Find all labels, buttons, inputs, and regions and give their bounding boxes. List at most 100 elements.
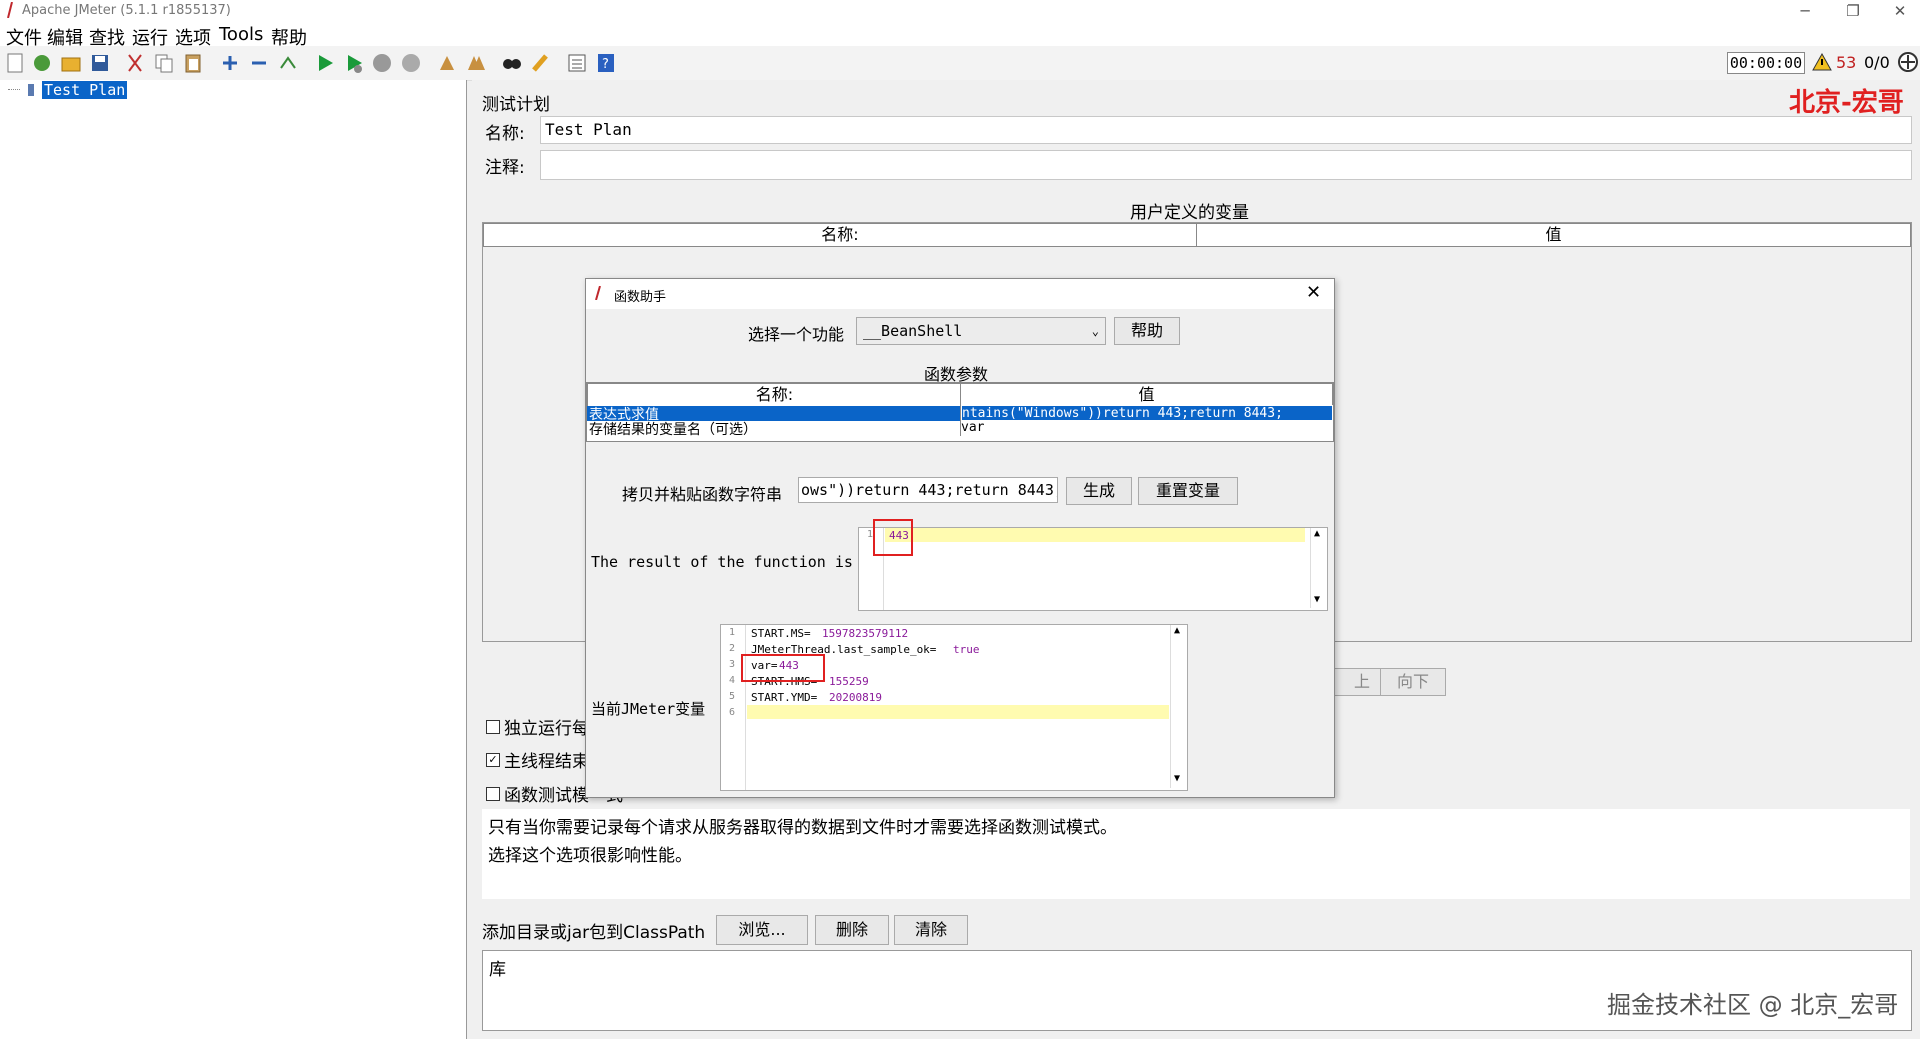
dialog-title: 函数助手 bbox=[614, 290, 667, 305]
jmeter-vars-editor[interactable]: 1 START.MS= 1597823579112 2 JMeterThread.la… bbox=[720, 624, 1188, 791]
scroll-down-icon[interactable]: ▼ bbox=[1314, 594, 1320, 605]
close-window-icon[interactable]: ✕ bbox=[1885, 2, 1915, 20]
library-table: 库 掘金技术社区 @ 北京_宏哥 bbox=[482, 950, 1912, 1031]
result-editor[interactable]: 1 443 ▲ ▼ bbox=[858, 527, 1328, 611]
function-helper-dialog: 函数助手 ✕ 选择一个功能 __BeanShell ⌄ 帮助 函数参数 名称: … bbox=[585, 278, 1335, 798]
params-col-value[interactable]: 值 bbox=[960, 383, 1333, 407]
description-line-2: 选择这个选项很影响性能。 bbox=[488, 846, 692, 866]
window-title: Apache JMeter (5.1.1 r1855137) bbox=[22, 3, 231, 18]
warning-icon[interactable] bbox=[1812, 53, 1832, 71]
chevron-down-icon: ⌄ bbox=[1091, 324, 1099, 338]
collapse-icon[interactable] bbox=[248, 52, 270, 74]
new-icon[interactable] bbox=[4, 52, 26, 74]
help-icon[interactable]: ? bbox=[595, 52, 617, 74]
column-divider bbox=[960, 383, 961, 436]
test-plan-icon bbox=[28, 84, 34, 96]
save-icon[interactable] bbox=[89, 52, 111, 74]
dialog-close-icon[interactable]: ✕ bbox=[1306, 282, 1321, 303]
user-vars-title: 用户定义的变量 bbox=[1130, 203, 1249, 223]
reset-search-icon[interactable] bbox=[530, 52, 552, 74]
copy-string-label: 拷贝并粘贴函数字符串 bbox=[622, 485, 783, 504]
jmeter-logo-icon bbox=[595, 286, 601, 300]
jmeter-vars-label: 当前JMeter变量 bbox=[591, 700, 706, 718]
param-value-cell[interactable]: ntains("Windows"))return 443;return 8443… bbox=[961, 405, 1333, 421]
thread-count: 0/0 bbox=[1864, 53, 1890, 72]
current-line-highlight bbox=[885, 528, 1305, 542]
window-titlebar: Apache JMeter (5.1.1 r1855137) ─ ❐ ✕ bbox=[0, 0, 1920, 22]
shutdown-icon[interactable] bbox=[400, 52, 422, 74]
generate-button[interactable]: 生成 bbox=[1066, 477, 1132, 505]
warning-count: 53 bbox=[1836, 53, 1857, 72]
scroll-up-icon[interactable]: ▲ bbox=[1314, 528, 1320, 539]
stop-icon[interactable] bbox=[371, 52, 393, 74]
cut-icon[interactable] bbox=[124, 52, 146, 74]
library-header: 库 bbox=[489, 960, 506, 980]
elapsed-timer: 00:00:00 bbox=[1727, 52, 1805, 74]
delete-button[interactable]: 删除 bbox=[815, 915, 889, 945]
functional-mode-description: 只有当你需要记录每个请求从服务器取得的数据到文件时才需要选择函数测试模式。 选择… bbox=[482, 809, 1910, 899]
minimize-icon[interactable]: ─ bbox=[1790, 2, 1820, 20]
menu-bar: 文件 编辑 查找 运行 选项 Tools 帮助 bbox=[0, 22, 1920, 49]
scrollbar[interactable]: ▲ ▼ bbox=[1310, 528, 1327, 608]
params-table: 名称: 值 表达式求值 ntains("Windows"))return 443… bbox=[586, 382, 1334, 442]
panel-heading: 测试计划 bbox=[482, 95, 550, 115]
checkbox-serialize[interactable] bbox=[486, 720, 500, 734]
jmeter-logo-icon bbox=[7, 2, 13, 18]
classpath-label: 添加目录或jar包到ClassPath bbox=[482, 923, 706, 943]
name-label: 名称: bbox=[485, 124, 525, 144]
clear-icon[interactable] bbox=[436, 52, 458, 74]
toolbar: ? 00:00:00 53 0/0 bbox=[0, 46, 1920, 81]
scroll-up-icon[interactable]: ▲ bbox=[1174, 625, 1180, 636]
start-no-pause-icon[interactable] bbox=[343, 52, 365, 74]
paste-icon[interactable] bbox=[182, 52, 204, 74]
checkbox-functional-mode-label: 函数测试模 bbox=[504, 786, 589, 806]
description-line-1: 只有当你需要记录每个请求从服务器取得的数据到文件时才需要选择函数测试模式。 bbox=[488, 818, 1117, 838]
function-select-value: __BeanShell bbox=[863, 322, 963, 340]
move-down-button[interactable]: 向下 bbox=[1380, 668, 1446, 696]
remote-icon[interactable] bbox=[1897, 51, 1919, 73]
tree-node-test-plan[interactable]: Test Plan bbox=[42, 81, 128, 99]
test-tree: Test Plan bbox=[0, 80, 467, 1039]
param-name-cell: 存储结果的变量名（可选） bbox=[589, 422, 757, 438]
name-field[interactable]: Test Plan bbox=[540, 116, 1912, 144]
start-icon[interactable] bbox=[314, 52, 336, 74]
function-select[interactable]: __BeanShell ⌄ bbox=[856, 317, 1106, 345]
highlight-box-var bbox=[741, 654, 825, 682]
result-label: The result of the function is bbox=[591, 553, 853, 571]
code-line: 1 START.MS= 1597823579112 bbox=[729, 627, 909, 640]
checkbox-teardown-label: 主线程结束 bbox=[504, 752, 589, 772]
code-line: 5 START.YMD= 20200819 bbox=[729, 691, 882, 704]
scroll-down-icon[interactable]: ▼ bbox=[1174, 773, 1180, 784]
checkbox-serialize-label: 独立运行每 bbox=[504, 719, 589, 739]
toggle-icon[interactable] bbox=[277, 52, 299, 74]
copy-icon[interactable] bbox=[153, 52, 175, 74]
reset-variables-button[interactable]: 重置变量 bbox=[1138, 477, 1238, 505]
restore-icon[interactable]: ❐ bbox=[1838, 2, 1868, 20]
comment-field[interactable] bbox=[540, 150, 1912, 180]
select-function-label: 选择一个功能 bbox=[748, 325, 845, 344]
expand-icon[interactable] bbox=[219, 52, 241, 74]
menu-tools[interactable]: Tools bbox=[219, 24, 263, 45]
open-icon[interactable] bbox=[60, 52, 82, 74]
templates-icon[interactable] bbox=[31, 52, 53, 74]
checkbox-functional-mode[interactable] bbox=[486, 787, 500, 801]
function-helper-icon[interactable] bbox=[566, 52, 588, 74]
comment-label: 注释: bbox=[485, 158, 525, 178]
watermark-bottom: 掘金技术社区 @ 北京_宏哥 bbox=[1607, 991, 1899, 1019]
checkbox-teardown[interactable]: ✓ bbox=[486, 753, 500, 767]
code-line: 6 bbox=[729, 707, 736, 718]
watermark-top: 北京-宏哥 bbox=[1789, 88, 1904, 118]
highlight-box-result bbox=[873, 519, 913, 556]
search-icon[interactable] bbox=[501, 52, 523, 74]
help-button[interactable]: 帮助 bbox=[1114, 317, 1180, 345]
user-vars-col-value[interactable]: 值 bbox=[1196, 223, 1911, 247]
user-vars-col-name[interactable]: 名称: bbox=[483, 223, 1197, 247]
scrollbar[interactable]: ▲ ▼ bbox=[1170, 625, 1187, 788]
clear-all-icon[interactable] bbox=[465, 52, 487, 74]
clear-button[interactable]: 清除 bbox=[894, 915, 968, 945]
tree-connector bbox=[8, 89, 20, 90]
browse-button[interactable]: 浏览... bbox=[716, 915, 808, 945]
function-string-field[interactable]: ows"))return 443;return 8443;,var)} bbox=[798, 477, 1058, 503]
svg-text:?: ? bbox=[602, 57, 609, 72]
param-value-cell[interactable]: var bbox=[961, 420, 984, 435]
